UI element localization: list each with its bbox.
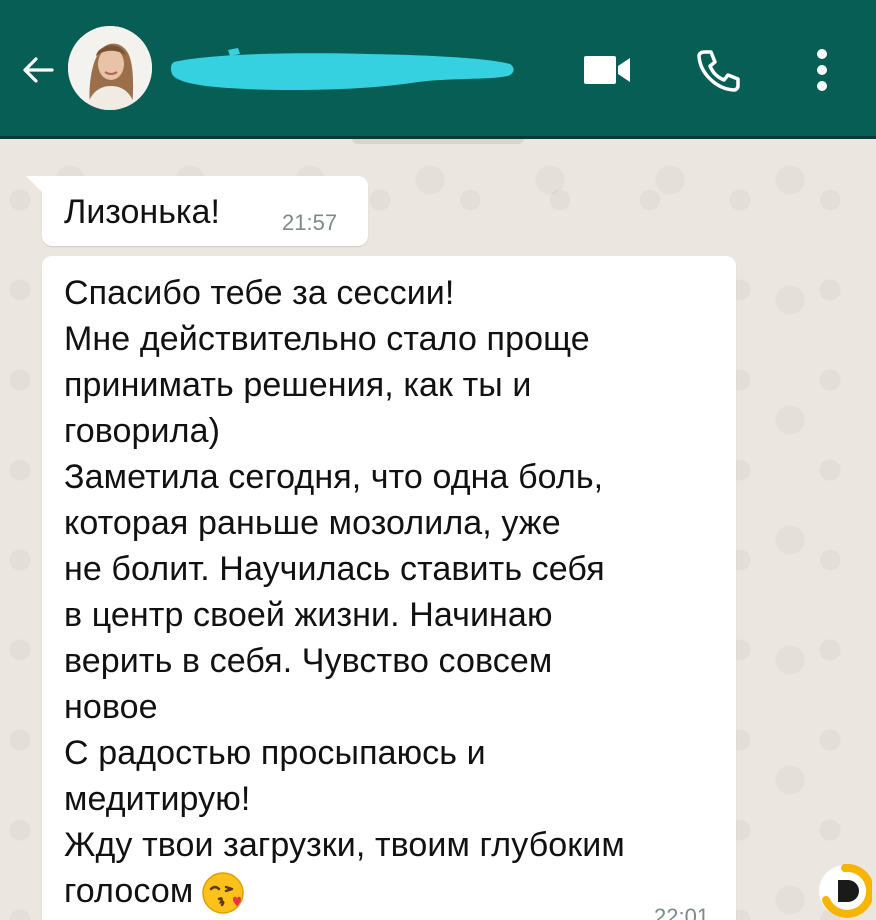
- phone-call-icon[interactable]: [688, 44, 748, 96]
- contact-name-redacted[interactable]: [168, 44, 518, 94]
- arrow-left-icon[interactable]: [18, 50, 58, 90]
- message-bubble-incoming[interactable]: Лизонька! 21:57: [26, 176, 368, 246]
- message-text-block: Спасибо тебе за сессии! Мне действительн…: [64, 270, 724, 917]
- message-bubble-incoming[interactable]: Спасибо тебе за сессии! Мне действительн…: [42, 256, 736, 920]
- bubble-tail: [26, 176, 42, 192]
- message-text: Лизонька!: [64, 193, 220, 231]
- video-call-icon[interactable]: [578, 44, 638, 96]
- more-vert-icon[interactable]: [795, 44, 849, 96]
- message-text: Спасибо тебе за сессии! Мне действительн…: [64, 274, 625, 910]
- message-time: 21:57: [282, 210, 338, 235]
- kissing-face-with-heart-emoji: [199, 869, 247, 917]
- message-time: 22:01: [654, 904, 710, 920]
- contact-avatar[interactable]: [68, 26, 152, 110]
- chat-header: [0, 0, 876, 139]
- brand-logo-icon: [818, 863, 875, 918]
